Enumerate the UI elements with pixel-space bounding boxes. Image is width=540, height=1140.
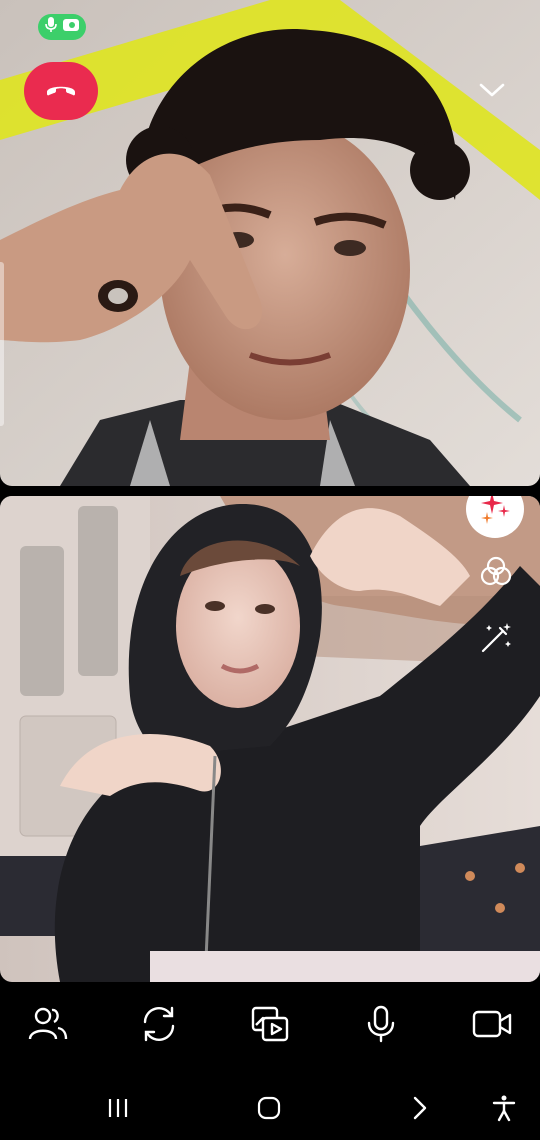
call-status-indicator xyxy=(38,14,86,40)
end-call-button[interactable] xyxy=(24,62,98,120)
back-button[interactable] xyxy=(400,1090,440,1130)
media-share-icon xyxy=(250,1005,290,1048)
phone-hangup-icon xyxy=(45,81,77,102)
accessibility-icon xyxy=(491,1094,517,1127)
chevron-down-icon xyxy=(479,82,505,103)
home-button[interactable] xyxy=(249,1090,289,1130)
call-controls xyxy=(0,982,540,1068)
magic-wand-icon xyxy=(479,621,513,660)
mic-icon xyxy=(365,1005,397,1048)
switch-camera-icon xyxy=(139,1005,179,1048)
share-media-button[interactable] xyxy=(246,1002,294,1050)
participants-button[interactable] xyxy=(24,1002,72,1050)
back-icon xyxy=(410,1095,430,1126)
remote-video[interactable] xyxy=(0,0,540,486)
local-video-feed xyxy=(0,496,540,982)
switch-camera-button[interactable] xyxy=(135,1002,183,1050)
beauty-button[interactable] xyxy=(476,620,516,660)
local-video[interactable] xyxy=(0,496,540,982)
people-icon xyxy=(28,1006,68,1047)
filter-button[interactable] xyxy=(476,554,516,594)
camera-toggle-button[interactable] xyxy=(468,1002,516,1050)
microphone-button[interactable] xyxy=(357,1002,405,1050)
side-panel-handle[interactable] xyxy=(0,262,4,426)
sparkle-icon xyxy=(478,496,512,529)
filter-icon xyxy=(479,555,513,594)
recents-icon xyxy=(106,1096,130,1125)
mic-icon xyxy=(45,16,57,38)
accessibility-button[interactable] xyxy=(484,1090,524,1130)
collapse-button[interactable] xyxy=(472,76,512,108)
system-navigation-bar xyxy=(0,1080,540,1140)
home-icon xyxy=(256,1095,282,1126)
recents-button[interactable] xyxy=(98,1090,138,1130)
camera-icon xyxy=(63,18,79,37)
video-camera-icon xyxy=(472,1009,512,1044)
